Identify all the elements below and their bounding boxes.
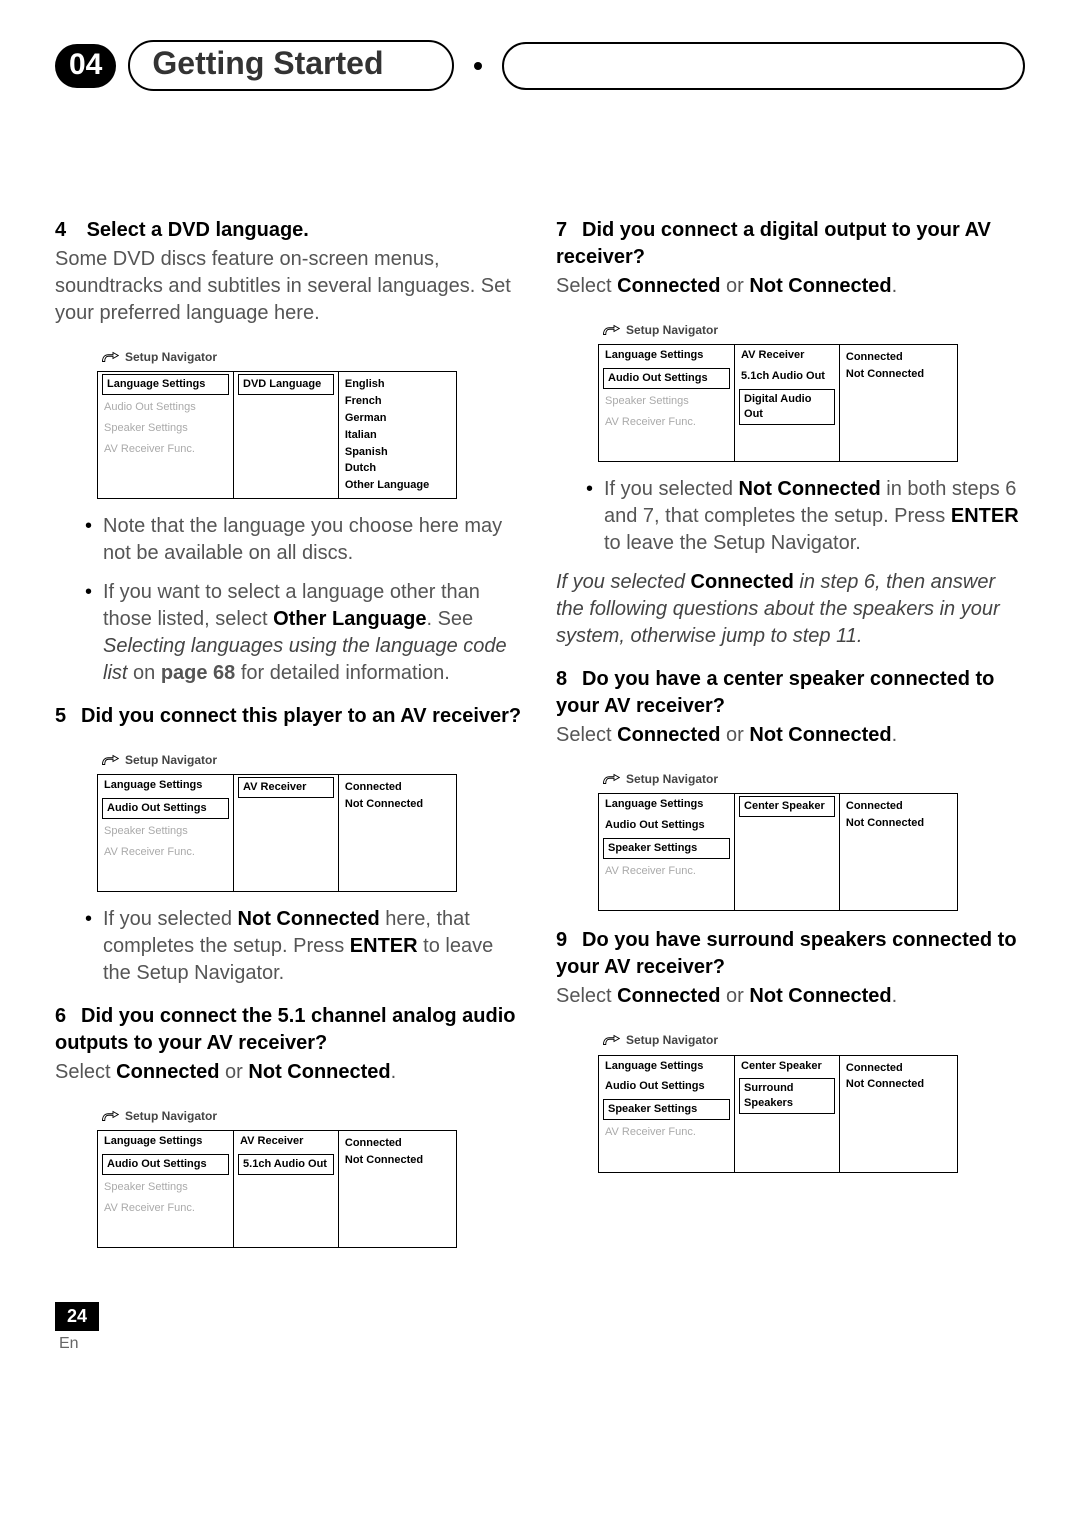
nav-left-item: Audio Out Settings [102, 798, 229, 819]
nav-mid-item: Center Speaker [739, 796, 835, 817]
nav-title: Setup Navigator [626, 771, 718, 787]
nav-title: Setup Navigator [125, 349, 217, 365]
setup-navigator-icon [602, 324, 620, 336]
nav-mid-item: AV Receiver [234, 1131, 338, 1152]
nav-title: Setup Navigator [125, 1108, 217, 1124]
setup-navigator-icon [101, 754, 119, 766]
nav-step5: Setup Navigator Language SettingsAudio O… [97, 750, 457, 892]
nav-left-item: Audio Out Settings [599, 1076, 734, 1097]
step4-bullet1: Note that the language you choose here m… [85, 513, 524, 567]
nav-step4: Setup Navigator Language SettingsAudio O… [97, 347, 457, 499]
nav-left-item: Speaker Settings [603, 838, 730, 859]
setup-navigator-icon [602, 773, 620, 785]
step4-head: 4 Select a DVD language. [55, 217, 524, 244]
decor-dot [474, 62, 482, 70]
nav-left-item: Audio Out Settings [603, 368, 730, 389]
nav-mid-item: AV Receiver [238, 777, 334, 798]
nav-right-item: Connected [846, 349, 951, 366]
nav-right-item: Connected [345, 779, 450, 796]
nav-right-item: German [345, 410, 450, 427]
nav-title: Setup Navigator [626, 322, 718, 338]
step7-bullet1: If you selected Not Connected in both st… [586, 476, 1025, 557]
nav-right-item: English [345, 376, 450, 393]
nav-left-item: Language Settings [98, 1131, 233, 1152]
step9-head: 9Do you have surround speakers connected… [556, 927, 1025, 981]
nav-mid-item: 5.1ch Audio Out [735, 366, 839, 387]
nav-right-item: Connected [846, 798, 951, 815]
step5-head: 5Did you connect this player to an AV re… [55, 703, 524, 730]
nav-mid-item: AV Receiver [735, 345, 839, 366]
setup-navigator-icon [101, 351, 119, 363]
nav-title: Setup Navigator [626, 1032, 718, 1048]
left-column: 4 Select a DVD language. Some DVD discs … [55, 201, 524, 1262]
chapter-title: Getting Started [152, 45, 383, 81]
nav-left-item: Language Settings [599, 345, 734, 366]
nav-right-item: Connected [846, 1060, 951, 1077]
nav-left-item: Language Settings [599, 1056, 734, 1077]
step4-title: Select a DVD language. [87, 219, 309, 241]
step6-head: 6Did you connect the 5.1 channel analog … [55, 1003, 524, 1057]
step8-head: 8Do you have a center speaker connected … [556, 666, 1025, 720]
nav-left-item: AV Receiver Func. [98, 1198, 233, 1219]
page-header: 04 Getting Started [55, 40, 1025, 91]
nav-left-item: Speaker Settings [98, 418, 233, 439]
nav-left-item: Speaker Settings [599, 391, 734, 412]
nav-mid-item: DVD Language [238, 374, 334, 395]
right-column: 7Did you connect a digital output to you… [556, 201, 1025, 1262]
nav-right-item: Dutch [345, 460, 450, 477]
nav-step7: Setup Navigator Language SettingsAudio O… [598, 320, 958, 462]
setup-navigator-icon [602, 1034, 620, 1046]
nav-left-item: AV Receiver Func. [599, 412, 734, 433]
step4-body: Some DVD discs feature on-screen menus, … [55, 246, 524, 327]
header-empty-pill [502, 42, 1026, 90]
nav-step8: Setup Navigator Language SettingsAudio O… [598, 769, 958, 911]
chapter-title-pill: Getting Started [128, 40, 453, 91]
nav-left-item: Language Settings [98, 775, 233, 796]
nav-right-item: Spanish [345, 444, 450, 461]
nav-mid-item: Surround Speakers [739, 1078, 835, 1114]
nav-left-item: Audio Out Settings [98, 397, 233, 418]
nav-right-item: Not Connected [846, 1076, 951, 1093]
nav-mid-item: 5.1ch Audio Out [238, 1154, 334, 1175]
nav-left-item: Speaker Settings [98, 821, 233, 842]
nav-right-item: Italian [345, 427, 450, 444]
nav-right-item: Not Connected [345, 1152, 450, 1169]
step7-head: 7Did you connect a digital output to you… [556, 217, 1025, 271]
nav-right-item: Connected [345, 1135, 450, 1152]
nav-left-item: AV Receiver Func. [599, 861, 734, 882]
page-lang: En [59, 1335, 1025, 1353]
step4-bullet2: If you want to select a language other t… [85, 579, 524, 687]
nav-right-item: Not Connected [846, 366, 951, 383]
nav-right-item: Not Connected [345, 796, 450, 813]
step6-select: Select Connected or Not Connected. [55, 1059, 524, 1086]
nav-left-item: Audio Out Settings [102, 1154, 229, 1175]
page-number: 24 [55, 1302, 99, 1331]
nav-left-item: AV Receiver Func. [98, 842, 233, 863]
page-footer: 24 En [55, 1302, 1025, 1353]
nav-left-item: Speaker Settings [603, 1099, 730, 1120]
step4-num: 4 [55, 217, 81, 244]
nav-left-item: Speaker Settings [98, 1177, 233, 1198]
nav-right-item: Other Language [345, 477, 450, 494]
nav-title: Setup Navigator [125, 752, 217, 768]
nav-left-item: AV Receiver Func. [599, 1122, 734, 1143]
nav-mid-item: Center Speaker [735, 1056, 839, 1077]
nav-left-item: Language Settings [599, 794, 734, 815]
setup-navigator-icon [101, 1110, 119, 1122]
nav-right-item: Not Connected [846, 815, 951, 832]
nav-step6: Setup Navigator Language SettingsAudio O… [97, 1106, 457, 1248]
nav-right-item: French [345, 393, 450, 410]
chapter-number: 04 [55, 44, 116, 88]
nav-step9: Setup Navigator Language SettingsAudio O… [598, 1030, 958, 1172]
step7-note: If you selected Connected in step 6, the… [556, 569, 1025, 650]
nav-mid-item: Digital Audio Out [739, 389, 835, 425]
nav-left-item: Audio Out Settings [599, 815, 734, 836]
step5-bullet1: If you selected Not Connected here, that… [85, 906, 524, 987]
nav-left-item: Language Settings [102, 374, 229, 395]
nav-left-item: AV Receiver Func. [98, 439, 233, 460]
